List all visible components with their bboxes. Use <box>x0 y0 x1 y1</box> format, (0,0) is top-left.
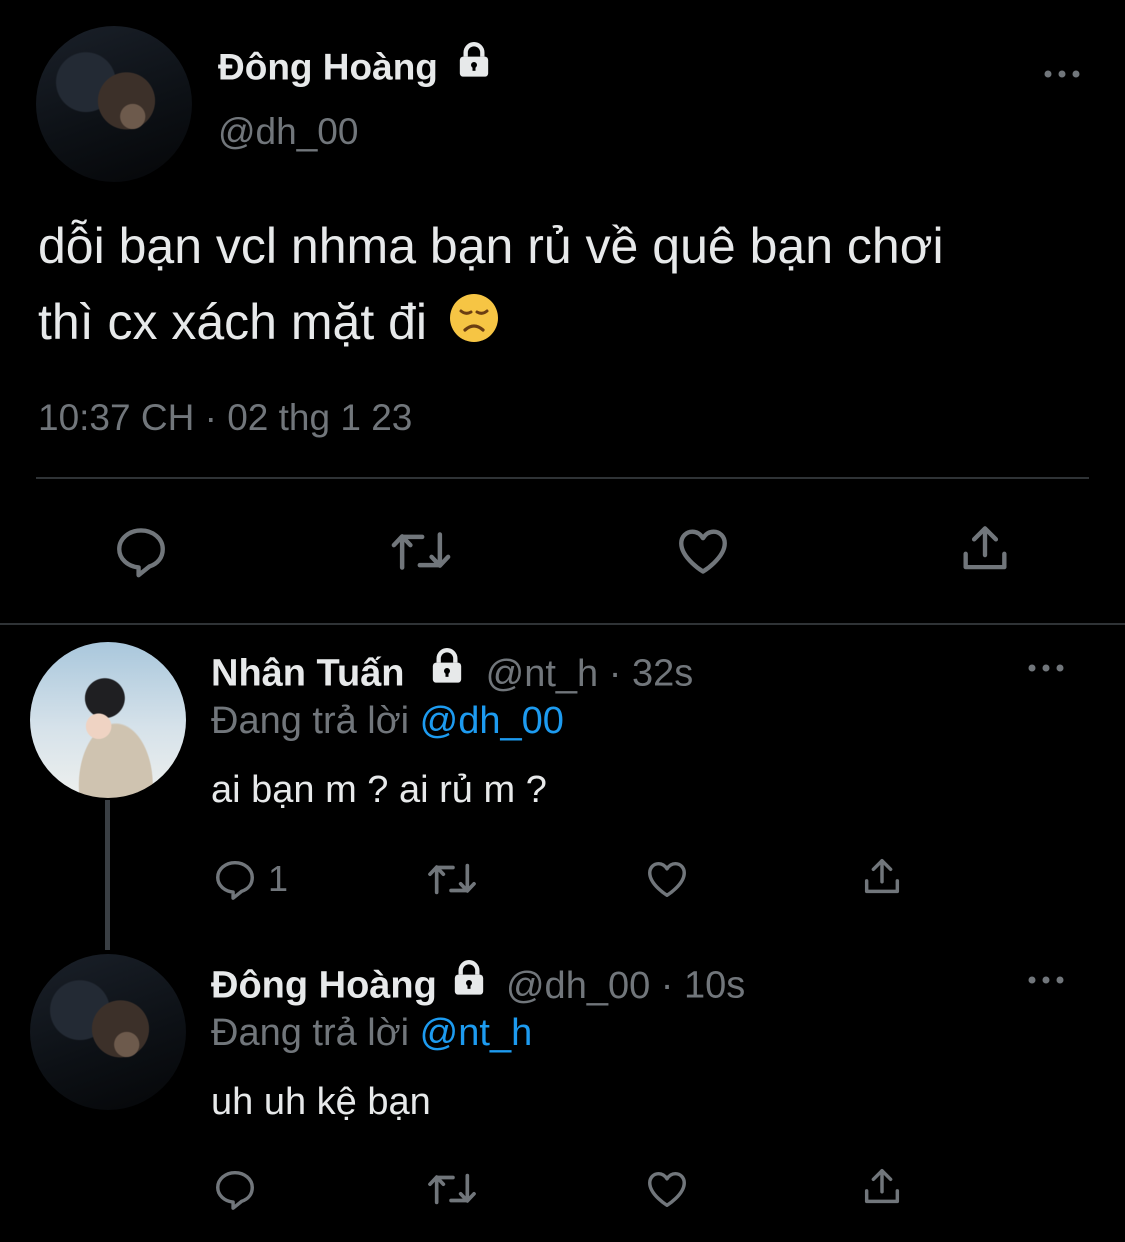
share-icon[interactable] <box>956 520 1014 578</box>
like-icon[interactable] <box>643 856 691 902</box>
main-tweet-text-line2: thì cx xách mặt đi <box>38 284 944 364</box>
reply2-replying-to: Đang trả lời @nt_h <box>211 1012 533 1054</box>
reply1-replying-to: Đang trả lời @dh_00 <box>211 700 564 742</box>
thread-connector-line <box>105 800 110 950</box>
main-tweet-display-name[interactable]: Đông Hoàng <box>218 46 438 87</box>
more-icon[interactable] <box>1042 64 1082 84</box>
reply-icon <box>212 856 258 902</box>
reply1-mention-link[interactable]: @dh_00 <box>420 700 564 742</box>
share-icon[interactable] <box>859 1164 905 1210</box>
thread-divider <box>0 623 1125 625</box>
reply1-handle[interactable]: @nt_h <box>486 653 599 695</box>
retweet-icon[interactable] <box>424 1166 480 1212</box>
main-tweet-author: Đông Hoàng <box>218 42 494 95</box>
reply2-mention-link[interactable]: @nt_h <box>420 1012 533 1054</box>
main-tweet-timestamp[interactable]: 10:37 CH · 02 thg 1 23 <box>38 394 412 442</box>
retweet-icon[interactable] <box>424 856 480 902</box>
reply2-time[interactable]: · 10s <box>661 965 745 1007</box>
share-icon[interactable] <box>859 854 905 900</box>
reply2-handle[interactable]: @dh_00 <box>506 965 650 1007</box>
reply1-reply-button[interactable]: 1 <box>212 856 288 902</box>
main-tweet-text-line1: dỗi bạn vcl nhma bạn rủ về quê bạn chơi <box>38 218 944 274</box>
main-tweet-handle[interactable]: @dh_00 <box>218 108 358 156</box>
reply2-header: Đông Hoàng @dh_00 · 10s <box>211 960 745 1013</box>
reply1-display-name[interactable]: Nhân Tuấn <box>211 653 405 695</box>
more-icon[interactable] <box>1026 970 1066 990</box>
like-icon[interactable] <box>674 522 732 580</box>
reply1-header: Nhân Tuấn @nt_h · 32s <box>211 648 693 701</box>
disappointed-face-emoji <box>449 288 499 364</box>
lock-icon <box>449 958 489 1009</box>
main-tweet-avatar[interactable] <box>36 26 192 182</box>
retweet-icon[interactable] <box>388 522 454 580</box>
reply1-avatar[interactable] <box>30 642 186 798</box>
lock-icon <box>454 40 494 91</box>
reply2-text: uh uh kệ bạn <box>211 1081 431 1123</box>
reply-icon[interactable] <box>212 1166 258 1212</box>
reply-icon[interactable] <box>112 522 170 580</box>
reply2-avatar[interactable] <box>30 954 186 1110</box>
reply2-display-name[interactable]: Đông Hoàng <box>211 965 437 1007</box>
reply1-reply-count: 1 <box>268 858 289 899</box>
reply1-text: ai bạn m ? ai rủ m ? <box>211 769 547 811</box>
reply1-time[interactable]: · 32s <box>609 653 693 695</box>
more-icon[interactable] <box>1026 658 1066 678</box>
main-tweet-divider <box>36 477 1089 479</box>
like-icon[interactable] <box>643 1166 691 1212</box>
main-tweet-text: dỗi bạn vcl nhma bạn rủ về quê bạn chơi … <box>38 208 944 364</box>
lock-icon <box>427 646 467 697</box>
